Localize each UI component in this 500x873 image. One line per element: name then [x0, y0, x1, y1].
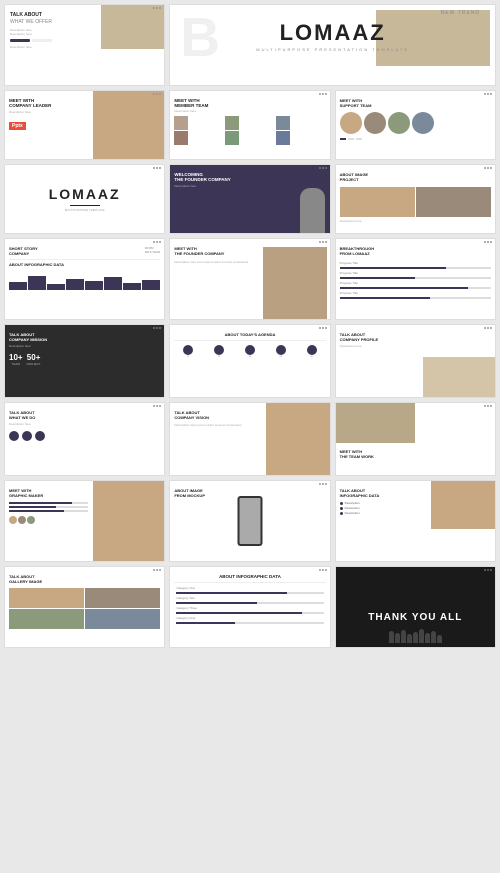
slide-thank-you[interactable]: THANK YOU ALL	[335, 566, 496, 648]
agenda-title: ABOUT TODAY'S AGENDA	[174, 332, 325, 337]
slide-subtitle: WHAT WE OFFER	[10, 19, 159, 25]
slide-vision[interactable]: TALK ABOUT COMPANY VISION Description lo…	[169, 402, 330, 476]
row-7: TALK ABOUT GALLERY IMAGE ABOUT INFOGRAPH…	[4, 566, 496, 648]
slide-mission[interactable]: TALK ABOUT COMPANY MISSION Description h…	[4, 324, 165, 398]
row-5: TALK ABOUT WHAT WE DO Description here T…	[4, 402, 496, 476]
hero-logo: LOMAAZ	[256, 20, 409, 46]
pptx-badge: Pptx	[9, 122, 26, 130]
slide-gallery[interactable]: TALK ABOUT GALLERY IMAGE	[4, 566, 165, 648]
slide-what-we-do[interactable]: TALK ABOUT WHAT WE DO Description here	[4, 402, 165, 476]
slide-meet-member[interactable]: MEET WITH MEMBER TEAM Description here	[169, 90, 330, 160]
slide-founder[interactable]: MEET WITH THE FOUNDER COMPANY Descriptio…	[169, 238, 330, 320]
slide-image-project[interactable]: ABOUT IMAGE PROJECT Description here	[335, 164, 496, 234]
slide-graphic-maker[interactable]: MEET WITH GRAPHIC MAKER	[4, 480, 165, 562]
row-2: LOMAAZ MULTIPURPOSE TEMPLATE WELCOMING T…	[4, 164, 496, 234]
hero-tagline: MULTIPURPOSE PRESENTATION TEMPLATE	[256, 47, 409, 52]
row-4: TALK ABOUT COMPANY MISSION Description h…	[4, 324, 496, 398]
slide-agenda[interactable]: ABOUT TODAY'S AGENDA 01 02 03	[169, 324, 330, 398]
slide-short-story[interactable]: SHORT STORYCOMPANY FROM2016 YEAR ABOUT I…	[4, 238, 165, 320]
slide-meet-support[interactable]: MEET WITH SUPPORT TEAM	[335, 90, 496, 160]
slide-profile[interactable]: TALK ABOUT COMPANY PROFILE Description h…	[335, 324, 496, 398]
row-1: MEET WITH COMPANY LEADER Description her…	[4, 90, 496, 160]
slide-meet-leader[interactable]: MEET WITH COMPANY LEADER Description her…	[4, 90, 165, 160]
row-0: TALK ABOUT WHAT WE OFFER Description her…	[4, 4, 496, 86]
hero-slide[interactable]: B NEW TREND LOMAAZ MULTIPURPOSE PRESENTA…	[169, 4, 496, 86]
thank-you-title: THANK YOU ALL	[368, 612, 462, 624]
row-3: SHORT STORYCOMPANY FROM2016 YEAR ABOUT I…	[4, 238, 496, 320]
slide-team-work[interactable]: MEET WITH THE TEAM WORK	[335, 402, 496, 476]
new-trend-badge: NEW TREND	[441, 10, 480, 16]
slide-logo-minimal[interactable]: LOMAAZ MULTIPURPOSE TEMPLATE	[4, 164, 165, 234]
slide-mockup[interactable]: ABOUT IMAGE FROM MOCKUP	[169, 480, 330, 562]
slides-container: TALK ABOUT WHAT WE OFFER Description her…	[0, 0, 500, 652]
slide-breakthrough[interactable]: BREAKTHROUGH FROM LOMAAZ Progress Title …	[335, 238, 496, 320]
row-6: MEET WITH GRAPHIC MAKER	[4, 480, 496, 562]
slide-welcoming[interactable]: WELCOMING THE FOUNDER COMPANY Descriptio…	[169, 164, 330, 234]
slide-infographic[interactable]: TALK ABOUT INFOGRAPHIC DATA Description …	[335, 480, 496, 562]
logo-slide-text: LOMAAZ	[49, 186, 121, 202]
slide-under-company[interactable]: TALK ABOUT WHAT WE OFFER Description her…	[4, 4, 165, 86]
slide-infographic-bars[interactable]: ABOUT INFOGRAPHIC DATA Category One Cate…	[169, 566, 330, 648]
